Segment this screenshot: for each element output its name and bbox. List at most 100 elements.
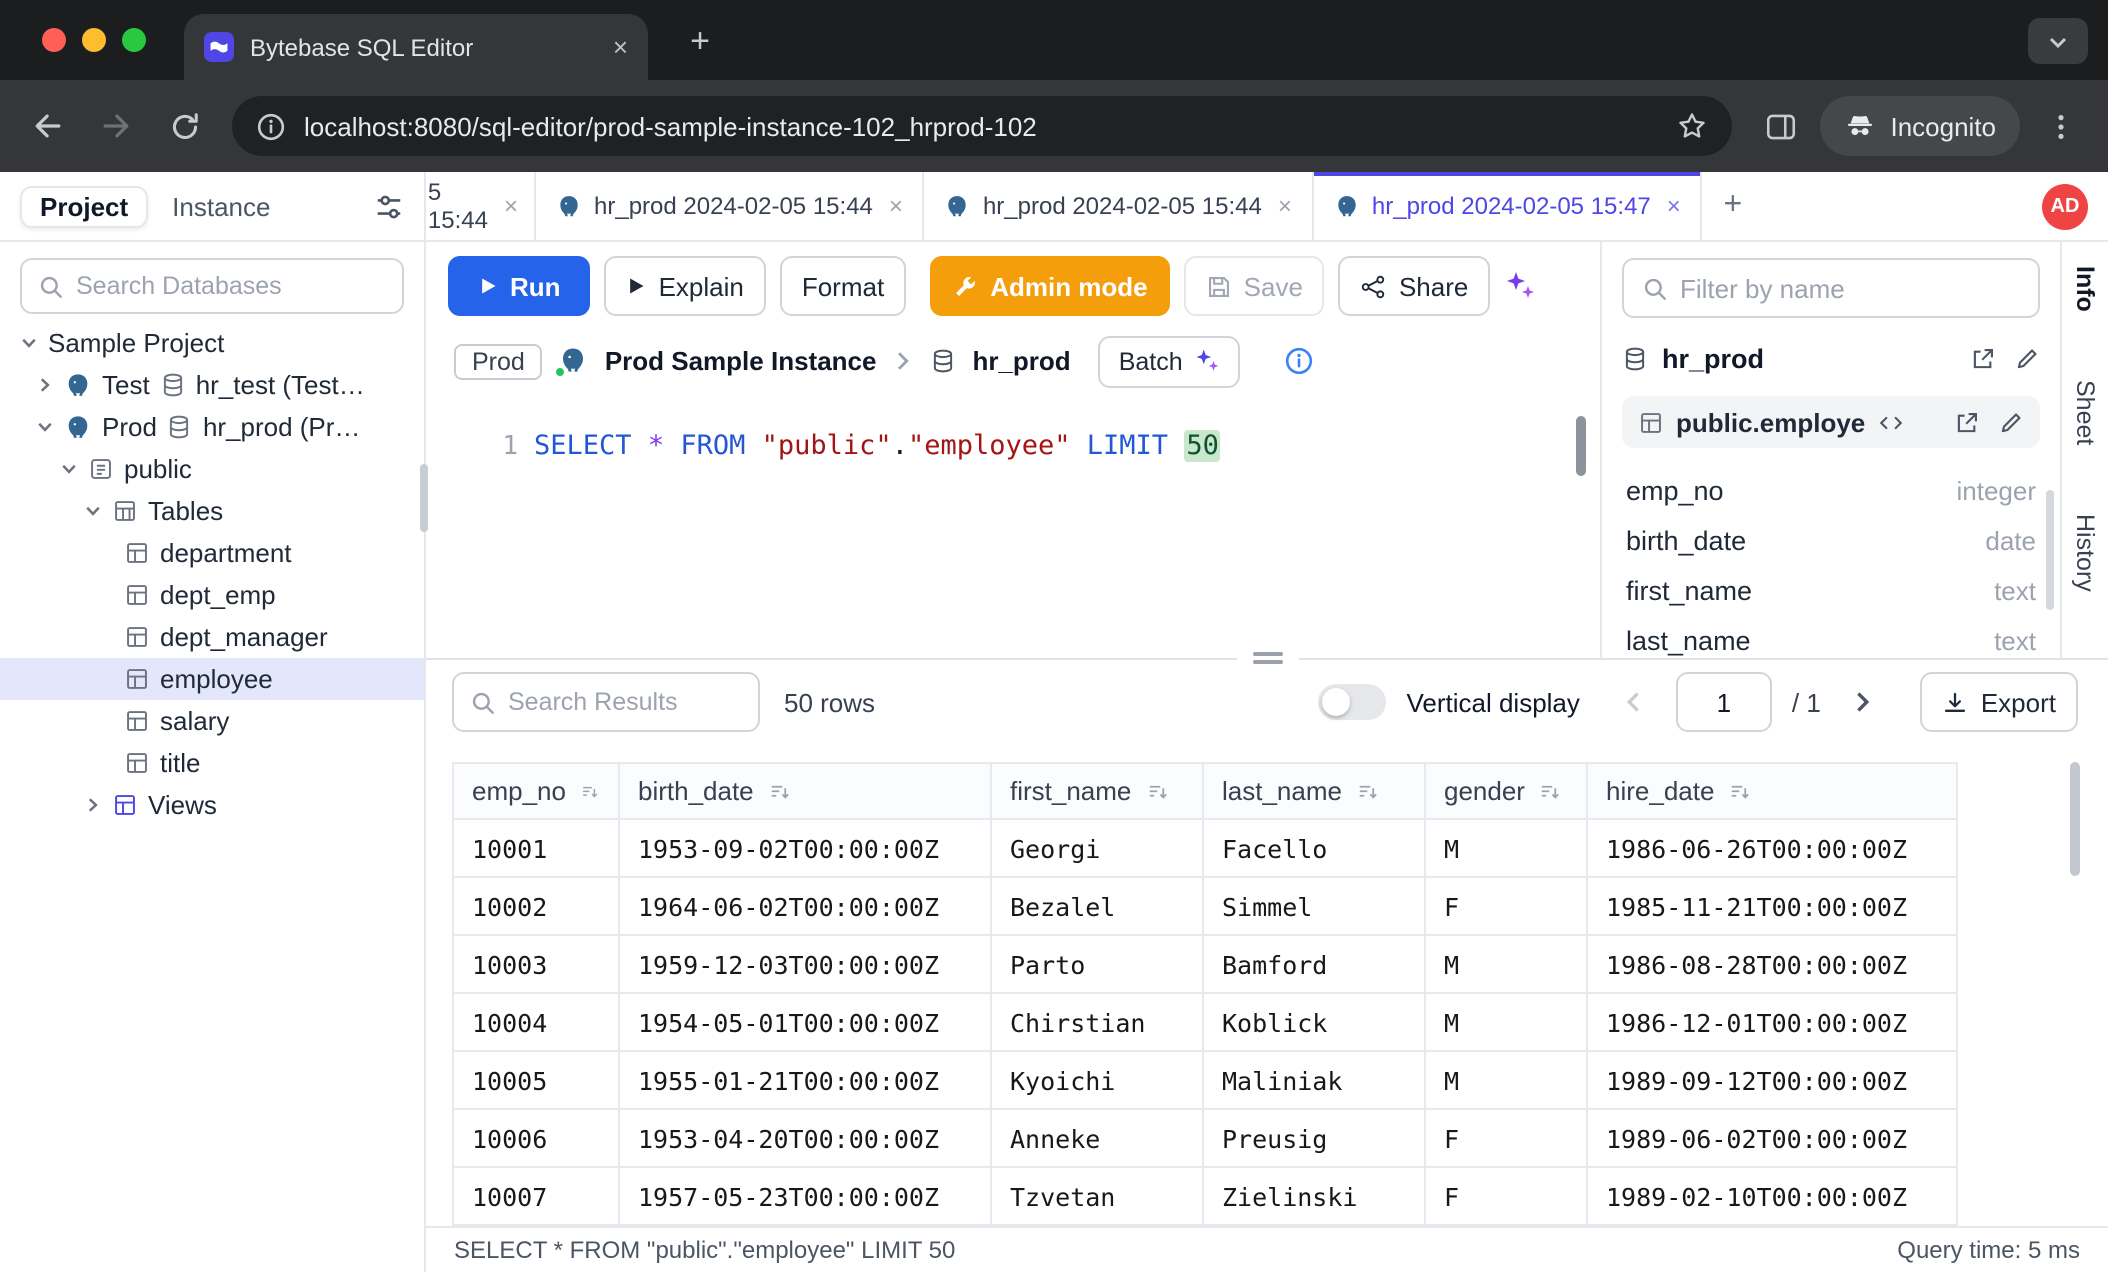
instance-name[interactable]: Prod Sample Instance (605, 346, 877, 376)
column-header[interactable]: emp_no (453, 763, 619, 819)
table-cell[interactable]: 10001 (453, 819, 619, 877)
table-cell[interactable]: Facello (1203, 819, 1425, 877)
sidebar-resize-handle[interactable] (420, 464, 428, 532)
table-cell[interactable]: 1959-12-03T00:00:00Z (619, 935, 991, 993)
results-search[interactable] (452, 672, 760, 732)
tree-item-sample-project[interactable]: Sample Project (0, 322, 424, 364)
results-search-input[interactable] (508, 688, 742, 716)
table-cell[interactable]: 10007 (453, 1167, 619, 1225)
database-name[interactable]: hr_prod (972, 346, 1070, 376)
column-row[interactable]: birth_datedate (1622, 516, 2040, 566)
table-cell[interactable]: Georgi (991, 819, 1203, 877)
panel-resize-grip[interactable] (1236, 648, 1298, 668)
table-row[interactable]: 100071957-05-23T00:00:00ZTzvetanZielinsk… (453, 1167, 1957, 1225)
table-cell[interactable]: F (1425, 1167, 1587, 1225)
table-cell[interactable]: 1989-09-12T00:00:00Z (1587, 1051, 1957, 1109)
export-button[interactable]: Export (1921, 672, 2078, 732)
table-cell[interactable]: Preusig (1203, 1109, 1425, 1167)
column-header[interactable]: hire_date (1587, 763, 1957, 819)
table-cell[interactable]: Anneke (991, 1109, 1203, 1167)
tree-item-instance-prod[interactable]: Prod hr_prod (Pr… (0, 406, 424, 448)
column-header[interactable]: last_name (1203, 763, 1425, 819)
external-link-icon[interactable] (1970, 345, 1996, 371)
close-icon[interactable]: × (504, 192, 518, 220)
table-cell[interactable]: 10006 (453, 1109, 619, 1167)
browser-tab[interactable]: Bytebase SQL Editor × (184, 14, 648, 80)
table-cell[interactable]: 1964-06-02T00:00:00Z (619, 877, 991, 935)
table-cell[interactable]: Kyoichi (991, 1051, 1203, 1109)
tree-item-table-dept-manager[interactable]: dept_manager (0, 616, 424, 658)
tree-item-table-dept-emp[interactable]: dept_emp (0, 574, 424, 616)
explain-button[interactable]: Explain (605, 256, 766, 316)
column-row[interactable]: last_nametext (1622, 616, 2040, 658)
table-row[interactable]: 100051955-01-21T00:00:00ZKyoichiMaliniak… (453, 1051, 1957, 1109)
table-row[interactable]: 100021964-06-02T00:00:00ZBezalelSimmelF1… (453, 877, 1957, 935)
tab-project[interactable]: Project (20, 185, 148, 227)
table-cell[interactable]: Zielinski (1203, 1167, 1425, 1225)
table-cell[interactable]: Simmel (1203, 877, 1425, 935)
forward-button[interactable] (88, 98, 144, 154)
table-row[interactable]: 100011953-09-02T00:00:00ZGeorgiFacelloM1… (453, 819, 1957, 877)
bookmark-star-icon[interactable] (1676, 110, 1708, 142)
query-tab-1[interactable]: 5 15:44 × (426, 172, 536, 240)
column-header[interactable]: birth_date (619, 763, 991, 819)
close-window-button[interactable] (42, 28, 66, 52)
sql-code-editor[interactable]: 1 SELECT * FROM "public"."employee" LIMI… (426, 392, 1600, 658)
table-cell[interactable]: M (1425, 993, 1587, 1051)
query-tab-4-active[interactable]: hr_prod 2024-02-05 15:47 × (1314, 172, 1703, 240)
table-cell[interactable]: Chirstian (991, 993, 1203, 1051)
side-panel-button[interactable] (1752, 98, 1808, 154)
share-button[interactable]: Share (1339, 256, 1490, 316)
table-row[interactable]: 100031959-12-03T00:00:00ZPartoBamfordM19… (453, 935, 1957, 993)
chevron-right-icon[interactable] (84, 796, 102, 814)
chevron-down-icon[interactable] (60, 460, 78, 478)
table-cell[interactable]: Koblick (1203, 993, 1425, 1051)
table-cell[interactable]: M (1425, 1051, 1587, 1109)
column-row[interactable]: emp_nointeger (1622, 466, 2040, 516)
table-cell[interactable]: Tzvetan (991, 1167, 1203, 1225)
format-button[interactable]: Format (780, 256, 906, 316)
query-tab-3[interactable]: hr_prod 2024-02-05 15:44 × (925, 172, 1314, 240)
new-query-tab-button[interactable]: + (1703, 172, 1763, 240)
column-row[interactable]: first_nametext (1622, 566, 2040, 616)
tree-item-schema-public[interactable]: public (0, 448, 424, 490)
run-button[interactable]: Run (448, 256, 591, 316)
table-cell[interactable]: 10003 (453, 935, 619, 993)
table-cell[interactable]: Bezalel (991, 877, 1203, 935)
page-number-input[interactable] (1676, 672, 1772, 732)
table-cell[interactable]: Maliniak (1203, 1051, 1425, 1109)
table-cell[interactable]: 10004 (453, 993, 619, 1051)
minimize-window-button[interactable] (82, 28, 106, 52)
close-icon[interactable]: × (1667, 192, 1681, 220)
tree-item-views-group[interactable]: Views (0, 784, 424, 826)
column-header[interactable]: gender (1425, 763, 1587, 819)
reload-button[interactable] (156, 98, 212, 154)
filter-settings-button[interactable] (374, 191, 404, 221)
new-tab-button[interactable]: + (676, 18, 724, 66)
tab-search-button[interactable] (2028, 18, 2088, 64)
table-cell[interactable]: 1953-04-20T00:00:00Z (619, 1109, 991, 1167)
tree-item-tables-group[interactable]: Tables (0, 490, 424, 532)
batch-button[interactable]: Batch (1099, 335, 1241, 387)
tree-item-table-title[interactable]: title (0, 742, 424, 784)
table-cell[interactable]: 1957-05-23T00:00:00Z (619, 1167, 991, 1225)
tree-item-table-department[interactable]: department (0, 532, 424, 574)
query-tab-2[interactable]: hr_prod 2024-02-05 15:44 × (536, 172, 925, 240)
table-cell[interactable]: 1986-06-26T00:00:00Z (1587, 819, 1957, 877)
tree-item-table-salary[interactable]: salary (0, 700, 424, 742)
site-info-icon[interactable] (256, 111, 286, 141)
table-cell[interactable]: 1989-02-10T00:00:00Z (1587, 1167, 1957, 1225)
filter-by-name-input[interactable] (1680, 273, 2020, 303)
avatar[interactable]: AD (2042, 183, 2088, 229)
table-cell[interactable]: F (1425, 877, 1587, 935)
database-search-input[interactable] (76, 272, 386, 300)
filter-by-name[interactable] (1622, 258, 2040, 318)
rail-tab-history[interactable]: History (2071, 513, 2099, 591)
table-cell[interactable]: F (1425, 1109, 1587, 1167)
table-cell[interactable]: 10002 (453, 877, 619, 935)
rail-tab-info[interactable]: Info (2071, 266, 2099, 312)
admin-mode-button[interactable]: Admin mode (930, 256, 1169, 316)
panel-scrollbar[interactable] (2046, 490, 2054, 610)
database-search[interactable] (20, 258, 404, 314)
table-row[interactable]: 100041954-05-01T00:00:00ZChirstianKoblic… (453, 993, 1957, 1051)
